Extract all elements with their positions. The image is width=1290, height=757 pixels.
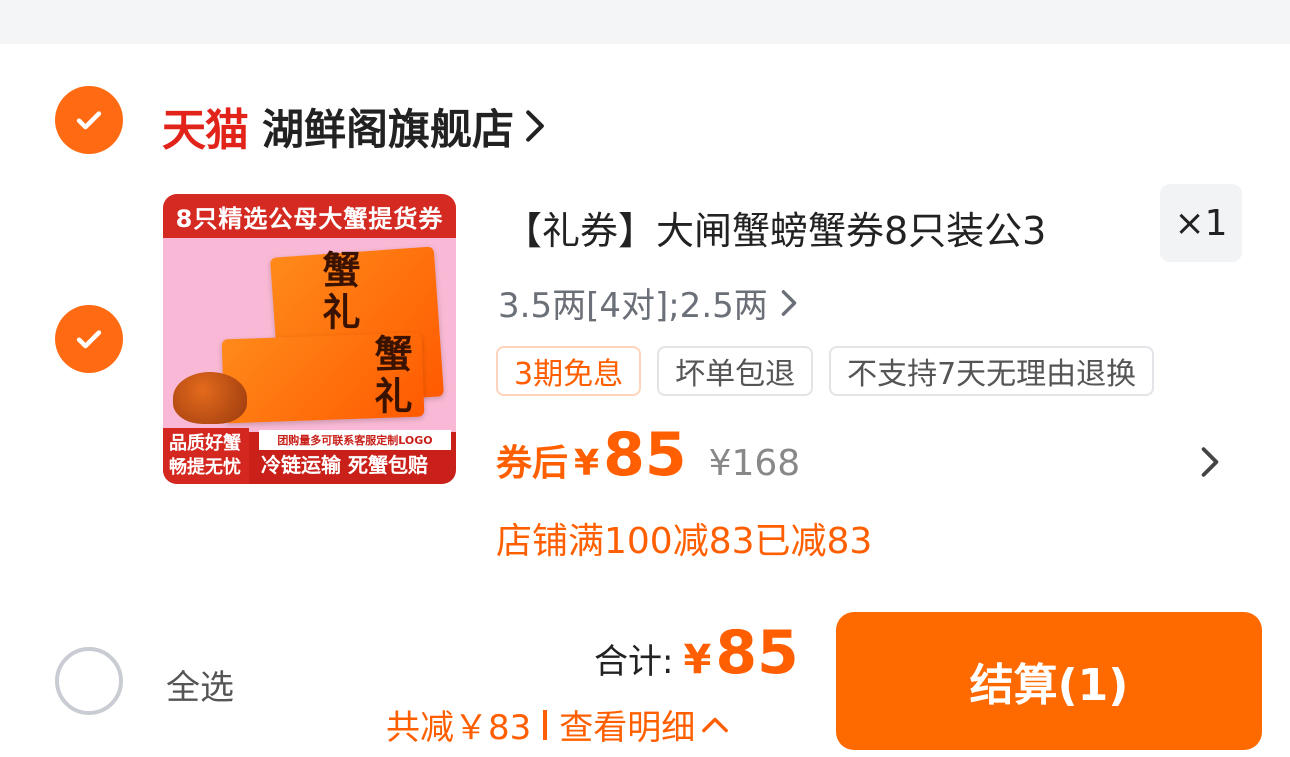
tag-installment: 3期免息: [496, 346, 642, 396]
promo-discount: 店铺满100减83已减83: [496, 521, 873, 562]
select-all-label[interactable]: 全选: [166, 660, 234, 709]
product-spec-selector[interactable]: 3.5两[4对];2.5两: [498, 278, 798, 327]
select-all-checkbox[interactable]: [55, 647, 123, 715]
savings-text: 共减￥83: [386, 708, 532, 748]
crab-graphic: [173, 372, 247, 424]
check-icon: [76, 330, 102, 349]
product-image-slogan: 冷链运输 死蟹包赔: [261, 453, 428, 477]
view-details-text: 查看明细: [559, 708, 696, 748]
chevron-right-icon[interactable]: [1200, 446, 1220, 478]
product-title[interactable]: 【礼券】大闸蟹螃蟹券8只装公3: [504, 200, 1046, 255]
product-image-badge: 品质好蟹 畅提无忧: [163, 428, 249, 484]
product-image[interactable]: 8只精选公母大蟹提货券 蟹礼 蟹礼 品质好蟹 畅提无忧 团购量多可联系客服定制L…: [163, 194, 456, 484]
shop-select-checkbox[interactable]: [55, 86, 123, 154]
chevron-right-icon: [526, 110, 544, 142]
total-value: 85: [715, 618, 799, 688]
checkout-button[interactable]: 结算(1): [836, 612, 1262, 750]
tag-no-return: 不支持7天无理由退换: [829, 346, 1155, 396]
savings-details-link[interactable]: 共减￥83 查看明细: [386, 700, 729, 749]
chevron-right-icon: [781, 289, 797, 316]
product-image-banner: 8只精选公母大蟹提货券: [163, 194, 456, 238]
price-currency: ¥: [574, 443, 600, 484]
product-image-note: 团购量多可联系客服定制LOGO: [259, 430, 451, 450]
original-price: ¥168: [708, 443, 801, 484]
tag-damage-refund: 坏单包退: [657, 346, 814, 396]
shop-name[interactable]: 湖鲜阁旗舰店: [262, 96, 514, 157]
product-tags: 3期免息 坏单包退 不支持7天无理由退换: [496, 346, 1155, 396]
envelope-text: 蟹礼: [316, 250, 361, 334]
price-value: 85: [603, 420, 687, 490]
price-row: 券后 ¥ 85 ¥168: [496, 420, 800, 490]
item-select-checkbox[interactable]: [55, 305, 123, 373]
envelope-text: 蟹礼: [368, 334, 413, 418]
quantity-selector[interactable]: ×1: [1160, 184, 1242, 262]
check-icon: [76, 111, 102, 130]
price-label: 券后: [496, 443, 569, 484]
divider: [543, 709, 548, 740]
total-currency: ¥: [683, 637, 712, 683]
chevron-up-icon: [702, 717, 729, 732]
total-row: 合计: ¥ 85: [594, 618, 799, 688]
tmall-logo: 天猫: [162, 105, 249, 156]
product-spec: 3.5两[4对];2.5两: [498, 286, 768, 326]
total-label: 合计:: [594, 642, 674, 682]
shop-header[interactable]: 天猫 湖鲜阁旗舰店: [162, 96, 546, 156]
